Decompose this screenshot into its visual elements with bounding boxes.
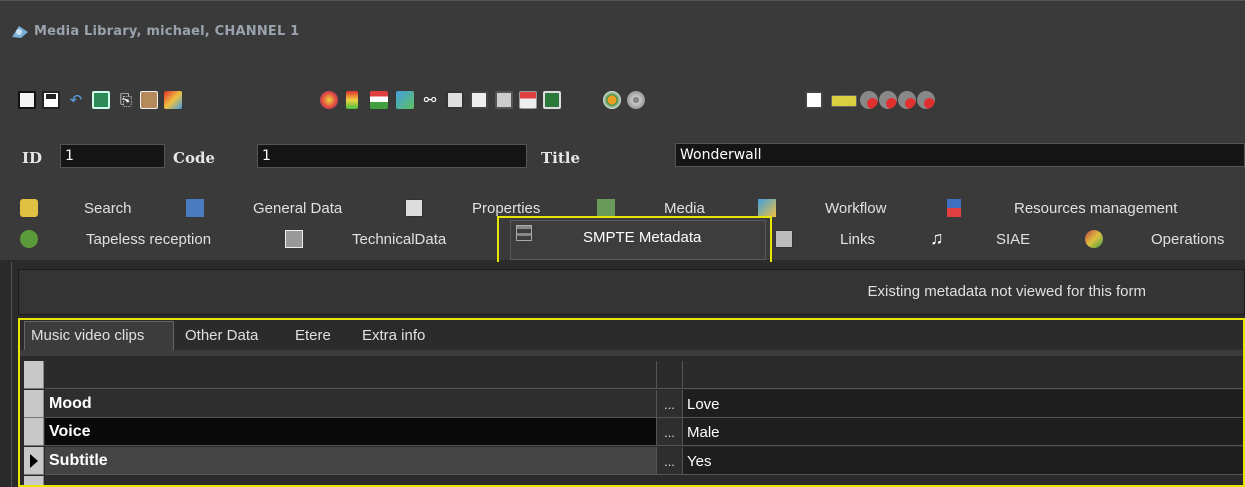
title-field[interactable]: Wonderwall bbox=[675, 143, 1245, 167]
window-title: Media Library, michael, CHANNEL 1 bbox=[34, 24, 300, 39]
tab-label: Resources management bbox=[1014, 200, 1178, 217]
x-icon[interactable] bbox=[805, 91, 823, 109]
workflow-icon bbox=[758, 199, 776, 217]
doc-icon[interactable] bbox=[495, 91, 513, 109]
monitor-icon[interactable] bbox=[543, 91, 561, 109]
toolbar: ↶ ⎘ ⚯ bbox=[0, 62, 1245, 132]
media-icon bbox=[597, 199, 615, 217]
user-icon[interactable] bbox=[917, 91, 935, 109]
title-bar: Media Library, michael, CHANNEL 1 bbox=[0, 0, 1245, 62]
preview-icon[interactable] bbox=[470, 91, 488, 109]
user-icon[interactable] bbox=[898, 91, 916, 109]
window-icon[interactable] bbox=[519, 91, 537, 109]
tab-label: TechnicalData bbox=[352, 231, 447, 248]
grid-highlight bbox=[18, 318, 1245, 487]
music-note-icon: ♫ bbox=[930, 228, 944, 248]
code-label: Code bbox=[173, 149, 215, 167]
folder-icon bbox=[186, 199, 204, 217]
bars-icon[interactable] bbox=[346, 91, 358, 109]
tab-label: Operations bbox=[1151, 231, 1225, 248]
technical-icon bbox=[285, 230, 303, 248]
paste-icon[interactable] bbox=[140, 91, 158, 109]
edit-icon[interactable] bbox=[164, 91, 182, 109]
tab-label: Links bbox=[840, 231, 876, 248]
resources-icon bbox=[947, 199, 961, 217]
color-icon[interactable] bbox=[320, 91, 338, 109]
list-icon[interactable] bbox=[446, 91, 464, 109]
refresh-icon[interactable] bbox=[92, 91, 110, 109]
new-icon[interactable] bbox=[18, 91, 36, 109]
user-icon[interactable] bbox=[860, 91, 878, 109]
tab-label: Tapeless reception bbox=[86, 231, 212, 248]
tab-label: Search bbox=[84, 200, 132, 217]
tab-label: SIAE bbox=[996, 231, 1031, 248]
tab-label: General Data bbox=[253, 200, 343, 217]
operations-icon bbox=[1085, 230, 1103, 248]
app-logo-icon bbox=[12, 26, 28, 38]
disc-icon[interactable] bbox=[627, 91, 645, 109]
binoculars-icon[interactable]: ⚯ bbox=[421, 91, 439, 109]
record-header: ID 1 Code 1 Title Wonderwall bbox=[0, 132, 1245, 184]
code-field[interactable]: 1 bbox=[257, 144, 527, 168]
layers-icon[interactable] bbox=[396, 91, 414, 109]
properties-icon bbox=[405, 199, 423, 217]
card-icon[interactable] bbox=[831, 95, 857, 107]
info-bar: Existing metadata not viewed for this fo… bbox=[18, 269, 1245, 315]
metadata-message: Existing metadata not viewed for this fo… bbox=[867, 283, 1146, 300]
filter-icon[interactable] bbox=[370, 91, 388, 109]
title-label: Title bbox=[541, 149, 581, 167]
links-icon bbox=[775, 230, 793, 248]
undo-icon[interactable]: ↶ bbox=[67, 91, 85, 109]
id-label: ID bbox=[22, 149, 43, 167]
tab-label: Workflow bbox=[825, 200, 887, 217]
copy-icon[interactable]: ⎘ bbox=[117, 91, 135, 109]
play-icon[interactable] bbox=[603, 91, 621, 109]
reception-icon bbox=[20, 230, 38, 248]
id-field[interactable]: 1 bbox=[60, 144, 165, 168]
search-icon bbox=[20, 199, 38, 217]
user-icon[interactable] bbox=[879, 91, 897, 109]
save-icon[interactable] bbox=[42, 91, 60, 109]
